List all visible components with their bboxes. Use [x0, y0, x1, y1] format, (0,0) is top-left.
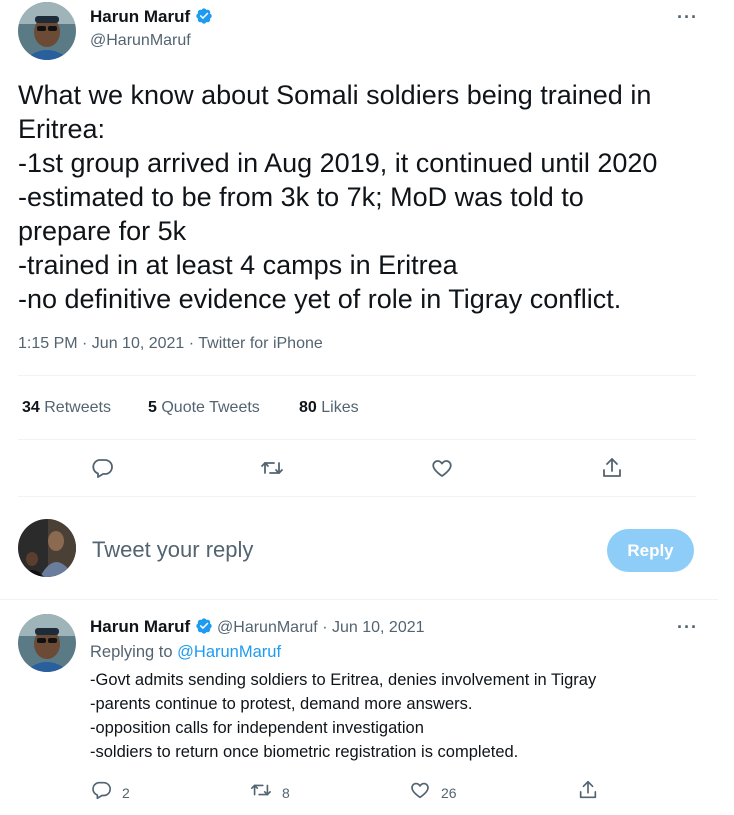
reply-count: 2 [122, 784, 130, 801]
quotes-label: Quote Tweets [161, 399, 260, 416]
verified-badge-icon [195, 617, 213, 635]
likes-stat[interactable]: 80 Likes [299, 399, 359, 417]
more-options-icon[interactable]: ··· [677, 7, 698, 28]
replying-to: Replying to @HarunMaruf [90, 643, 281, 662]
reply-date[interactable]: Jun 10, 2021 [332, 619, 425, 636]
author-handle[interactable]: @HarunMaruf [90, 32, 191, 50]
more-options-icon[interactable]: ··· [677, 617, 698, 638]
verified-badge-icon [195, 7, 213, 25]
reply-input[interactable]: Tweet your reply [92, 537, 253, 563]
reply-share-action[interactable] [577, 779, 599, 806]
reply-author-name[interactable]: Harun Maruf [90, 617, 190, 636]
retweet-icon[interactable] [258, 454, 286, 482]
comment-icon[interactable] [88, 454, 116, 482]
retweets-label: Retweets [44, 399, 111, 416]
replying-to-link[interactable]: @HarunMaruf [177, 643, 281, 661]
like-count: 26 [441, 784, 457, 801]
divider [18, 496, 696, 497]
retweet-count: 8 [282, 784, 290, 801]
author-name[interactable]: Harun Maruf [90, 7, 190, 26]
tweet-text: What we know about Somali soldiers being… [18, 80, 658, 314]
quote-tweets-stat[interactable]: 5 Quote Tweets [148, 399, 260, 417]
like-icon[interactable] [409, 779, 431, 806]
likes-label: Likes [321, 399, 359, 416]
divider [18, 439, 696, 440]
reply-comment-action[interactable]: 2 [90, 779, 130, 806]
likes-count: 80 [299, 399, 317, 416]
separator-dot: · [322, 619, 328, 636]
retweet-icon[interactable] [250, 779, 272, 806]
reply-retweet-action[interactable]: 8 [250, 779, 290, 806]
comment-icon[interactable] [90, 779, 112, 806]
reply-header: Harun Maruf @HarunMaruf · Jun 10, 2021 [90, 617, 425, 637]
reply-text: -Govt admits sending soldiers to Eritrea… [90, 671, 597, 761]
author-name-row: Harun Maruf [90, 7, 213, 27]
author-avatar[interactable] [18, 2, 76, 60]
share-icon[interactable] [577, 779, 599, 806]
reply-like-action[interactable]: 26 [409, 779, 457, 806]
reply-author-avatar[interactable] [18, 614, 76, 672]
divider [18, 375, 696, 376]
divider [0, 599, 718, 600]
retweets-stat[interactable]: 34 Retweets [22, 399, 111, 417]
share-icon[interactable] [598, 454, 626, 482]
reply-button[interactable]: Reply [607, 529, 694, 572]
retweets-count: 34 [22, 399, 40, 416]
reply-author-handle[interactable]: @HarunMaruf [217, 619, 318, 636]
tweet-timestamp[interactable]: 1:15 PM · Jun 10, 2021 · Twitter for iPh… [18, 335, 323, 353]
quotes-count: 5 [148, 399, 157, 416]
like-icon[interactable] [428, 454, 456, 482]
replying-prefix: Replying to [90, 643, 173, 661]
current-user-avatar[interactable] [18, 519, 76, 577]
